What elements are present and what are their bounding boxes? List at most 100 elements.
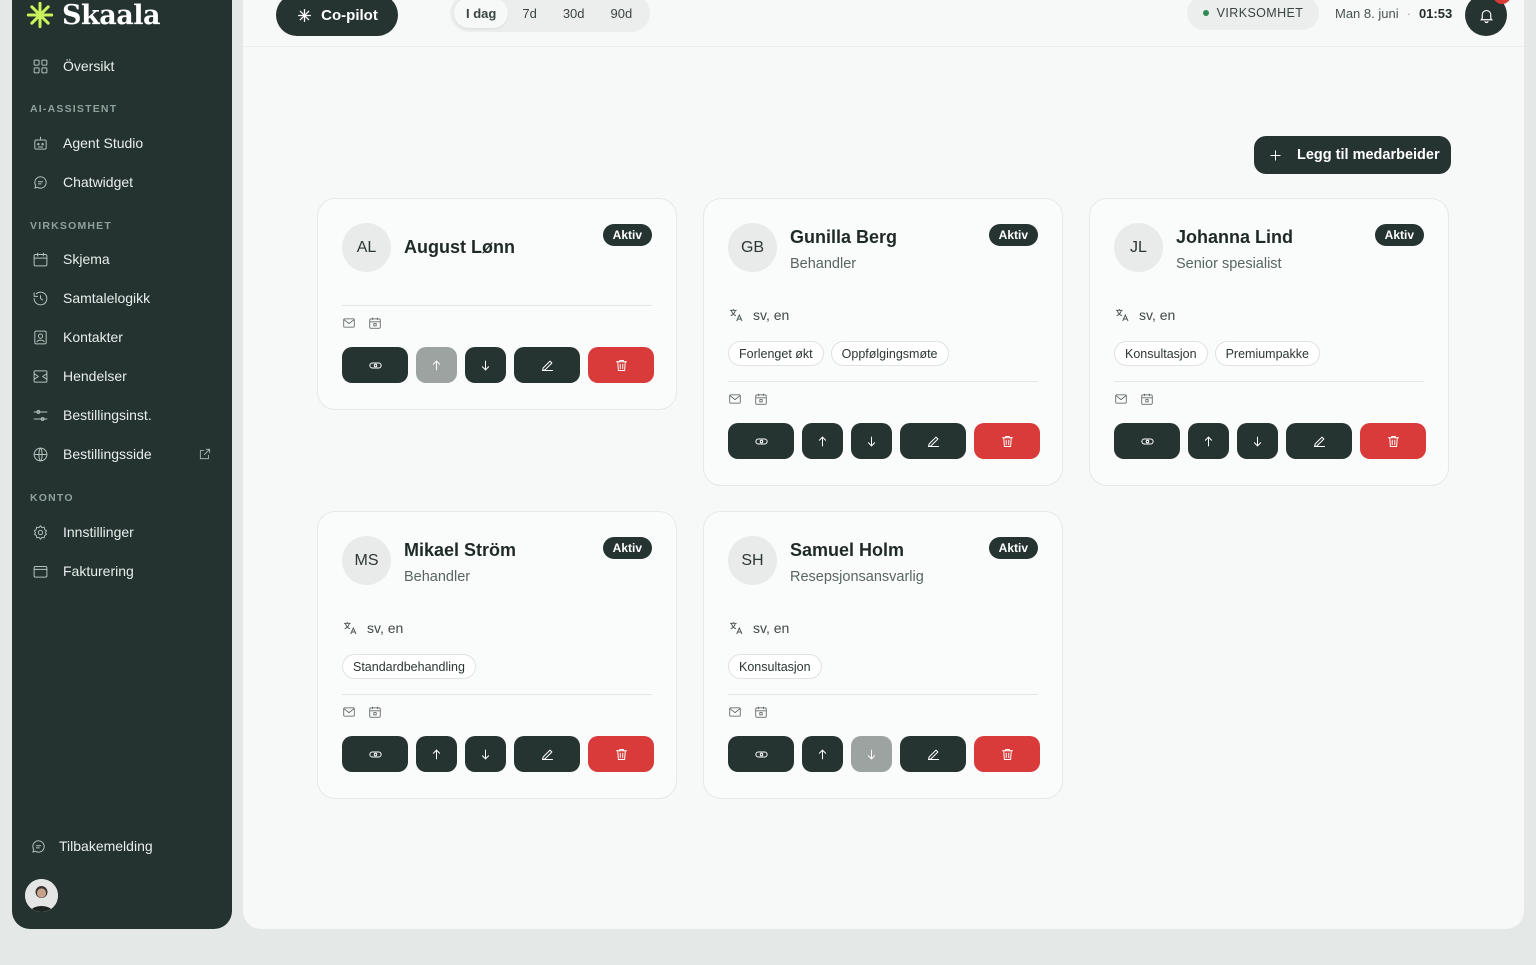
service-tags: Forlenget økt Oppfølgingsmøte [728, 341, 949, 366]
sidebar-item-schedule[interactable]: Skjema [32, 243, 216, 275]
employee-card: SH Samuel Holm Resepsjonsansvarlig Aktiv… [703, 511, 1063, 799]
section-label-account: KONTO [30, 492, 74, 504]
sidebar-item-billing[interactable]: Fakturering [32, 555, 216, 587]
move-up-button[interactable] [802, 736, 843, 772]
calendar-icon[interactable] [754, 705, 768, 719]
pencil-icon [1313, 436, 1325, 447]
arrow-down-icon [867, 749, 876, 759]
sidebar: Skaala Översikt AI-ASSISTENT Agent Studi… [12, 0, 232, 929]
toggle-active-button[interactable] [1114, 423, 1180, 459]
arrow-up-icon [1204, 436, 1213, 446]
toggle-active-button[interactable] [342, 347, 408, 383]
status-badge: Aktiv [602, 537, 652, 559]
asterisk-logo-icon [26, 1, 54, 29]
edit-button[interactable] [514, 736, 580, 772]
delete-button[interactable] [974, 423, 1040, 459]
move-down-button[interactable] [465, 347, 506, 383]
arrow-up-icon [818, 749, 827, 759]
contact-icons [1114, 392, 1154, 406]
edit-button[interactable] [1286, 423, 1352, 459]
topbar-divider [243, 46, 1524, 47]
edit-button[interactable] [514, 347, 580, 383]
add-employee-button[interactable]: Legg til medarbeider [1254, 136, 1451, 174]
user-avatar[interactable] [25, 879, 58, 912]
move-down-button[interactable] [465, 736, 506, 772]
arrow-up-icon [432, 749, 441, 759]
card-actions [342, 736, 654, 772]
sidebar-item-label: Fakturering [63, 563, 134, 579]
move-up-button[interactable] [416, 736, 457, 772]
toggle-active-button[interactable] [728, 736, 794, 772]
sidebar-item-conversation-logic[interactable]: Samtalelogikk [32, 282, 216, 314]
employee-name: August Lønn [404, 237, 515, 257]
mail-icon[interactable] [342, 316, 356, 330]
calendar-icon[interactable] [754, 392, 768, 406]
range-90d[interactable]: 90d [599, 0, 645, 28]
copilot-button[interactable]: Co-pilot [276, 0, 398, 36]
mail-icon[interactable] [1114, 392, 1128, 406]
employee-role: Resepsjonsansvarlig [790, 569, 924, 585]
sidebar-item-overview[interactable]: Översikt [32, 50, 216, 82]
toggle-icon [368, 362, 382, 368]
copilot-label: Co-pilot [321, 6, 378, 24]
sidebar-item-agent-studio[interactable]: Agent Studio [32, 127, 216, 159]
sliders-icon [33, 409, 48, 421]
sidebar-item-booking-page[interactable]: Bestillingsside [32, 438, 216, 470]
delete-button[interactable] [974, 736, 1040, 772]
employee-name: Gunilla Berg [790, 227, 898, 247]
calendar-icon[interactable] [368, 316, 382, 330]
events-icon [33, 369, 48, 383]
company-selector[interactable]: VIRKSOMHET [1187, 0, 1319, 30]
sidebar-item-booking-settings[interactable]: Bestillingsinst. [32, 399, 216, 431]
notifications-button[interactable]: 2 [1465, 0, 1511, 36]
trash-icon [1387, 435, 1399, 447]
range-7d[interactable]: 7d [510, 0, 548, 28]
trash-icon [615, 748, 627, 760]
toggle-active-button[interactable] [728, 423, 794, 459]
asterisk-icon [298, 8, 312, 22]
service-tag: Forlenget økt [728, 341, 824, 366]
sidebar-item-label: Kontakter [63, 329, 123, 345]
calendar-icon[interactable] [368, 705, 382, 719]
sidebar-item-chatwidget[interactable]: Chatwidget [32, 166, 216, 198]
sidebar-item-contacts[interactable]: Kontakter [32, 321, 216, 353]
move-down-button[interactable] [851, 423, 892, 459]
grid-icon [33, 59, 48, 73]
status-badge: Aktiv [988, 224, 1038, 246]
delete-button[interactable] [1360, 423, 1426, 459]
brand-logo[interactable]: Skaala [26, 0, 160, 31]
edit-button[interactable] [900, 423, 966, 459]
edit-button[interactable] [900, 736, 966, 772]
delete-button[interactable] [588, 347, 654, 383]
employee-card: MS Mikael Ström Behandler Aktiv sv, en S… [317, 511, 677, 799]
company-name: VIRKSOMHET [1216, 6, 1304, 20]
range-30d[interactable]: 30d [551, 0, 597, 28]
move-down-button[interactable] [851, 736, 892, 772]
sidebar-item-events[interactable]: Hendelser [32, 360, 216, 392]
calendar-icon [33, 252, 48, 266]
toggle-active-button[interactable] [342, 736, 408, 772]
move-down-button[interactable] [1237, 423, 1278, 459]
contact-icons [728, 392, 768, 406]
external-link-icon[interactable] [198, 447, 212, 461]
service-tag: Oppfølgingsmøte [830, 341, 949, 366]
mail-icon[interactable] [728, 705, 742, 719]
move-up-button[interactable] [1188, 423, 1229, 459]
delete-button[interactable] [588, 736, 654, 772]
arrow-up-icon [432, 360, 441, 370]
calendar-icon[interactable] [1140, 392, 1154, 406]
move-up-button[interactable] [416, 347, 457, 383]
mail-icon[interactable] [728, 392, 742, 406]
mail-icon[interactable] [342, 705, 356, 719]
separator: · [1406, 6, 1411, 21]
employee-name: Johanna Lind [1176, 227, 1293, 247]
range-today[interactable]: I dag [454, 0, 509, 28]
sidebar-item-label: Översikt [63, 58, 115, 74]
employee-languages: sv, en [1114, 307, 1175, 323]
move-up-button[interactable] [802, 423, 843, 459]
date-time-display: Man 8. juni · 01:53 [1335, 6, 1452, 21]
sidebar-item-feedback[interactable]: Tilbakemelding [30, 830, 216, 862]
translate-icon [730, 622, 743, 635]
languages-text: sv, en [753, 620, 790, 636]
sidebar-item-settings[interactable]: Innstillinger [32, 516, 216, 548]
